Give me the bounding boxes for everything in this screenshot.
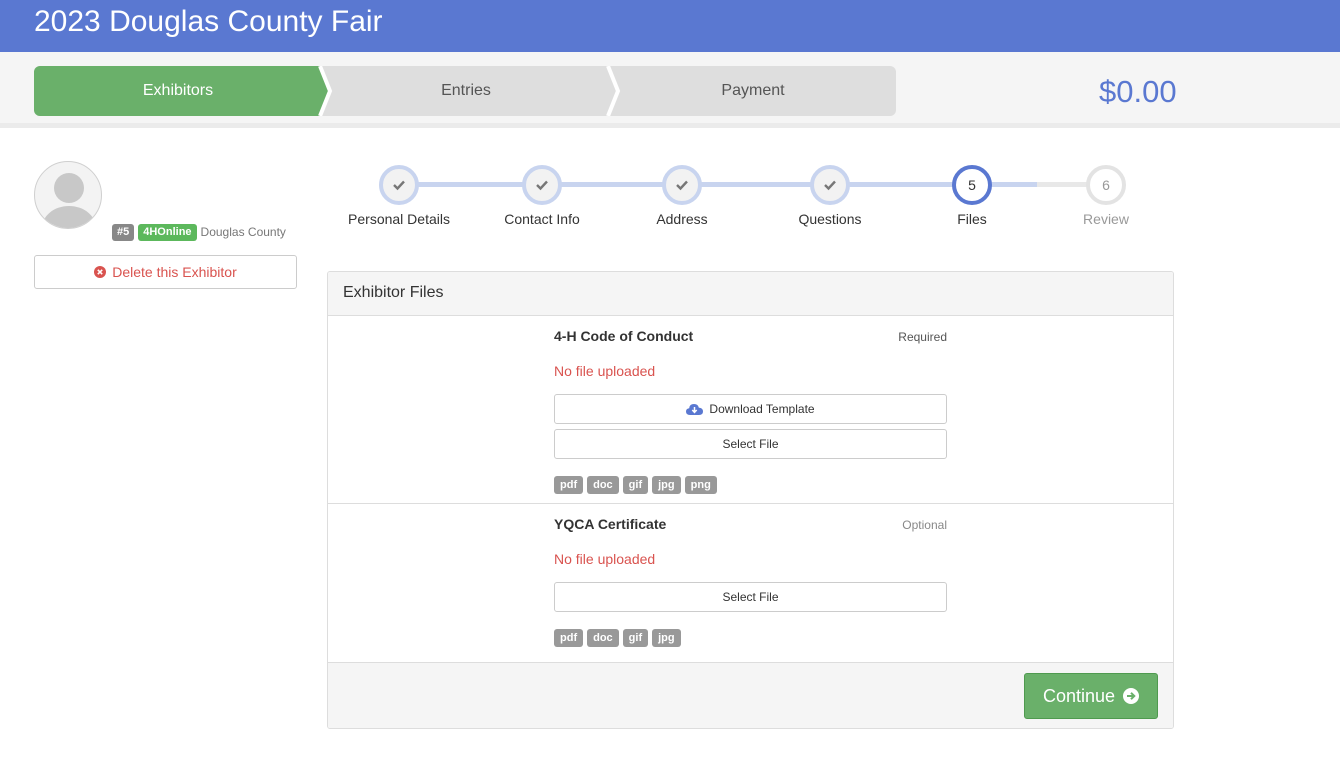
file-name: YQCA Certificate: [554, 516, 667, 532]
checkout-steps-bar: Exhibitors Entries Payment $0.00: [0, 52, 1340, 128]
progress-step-questions[interactable]: [810, 165, 850, 205]
check-icon: [676, 180, 688, 191]
app-header: 2023 Douglas County Fair: [0, 0, 1340, 52]
user-silhouette-icon: [42, 173, 96, 228]
file-requirement: Required: [898, 330, 947, 344]
file-section-code-of-conduct: 4-H Code of Conduct Required No file upl…: [328, 316, 1173, 504]
progress-line-complete: [399, 182, 1037, 187]
progress-label-questions: Questions: [798, 211, 862, 227]
delete-exhibitor-label: Delete this Exhibitor: [112, 264, 237, 280]
continue-label: Continue: [1042, 685, 1116, 706]
select-file-button[interactable]: Select File: [554, 582, 947, 612]
file-status: No file uploaded: [554, 363, 656, 379]
wizard-step-entries[interactable]: Entries: [322, 66, 610, 116]
exhibitor-number-badge: #5: [112, 223, 135, 241]
file-type-badge: doc: [587, 629, 619, 647]
check-icon: [824, 180, 836, 191]
exhibitor-files-panel: Exhibitor Files 4-H Code of Conduct Requ…: [327, 271, 1174, 729]
wizard-step-exhibitors[interactable]: Exhibitors: [34, 66, 322, 116]
progress-label-files: Files: [957, 211, 987, 227]
download-template-button[interactable]: Download Template: [554, 394, 947, 424]
file-type-badge: doc: [587, 476, 619, 494]
source-badge: 4HOnline: [138, 223, 197, 241]
progress-label-personal-details: Personal Details: [348, 211, 450, 227]
file-type-badge: pdf: [554, 629, 584, 647]
progress-step-address[interactable]: [662, 165, 702, 205]
exhibitor-county: Douglas County: [200, 225, 286, 239]
file-name: 4-H Code of Conduct: [554, 328, 694, 344]
progress-step-personal-details[interactable]: [379, 165, 419, 205]
check-icon: [393, 180, 405, 191]
progress-step-contact-info[interactable]: [522, 165, 562, 205]
panel-footer: Continue: [328, 662, 1173, 728]
file-types: pdf doc gif jpg png: [554, 476, 717, 494]
progress-label-contact-info: Contact Info: [504, 211, 580, 227]
file-requirement: Optional: [902, 518, 947, 532]
avatar: [34, 161, 102, 229]
file-type-badge: gif: [622, 476, 649, 494]
file-types: pdf doc gif jpg: [554, 629, 681, 647]
file-type-badge: pdf: [554, 476, 584, 494]
file-type-badge: gif: [622, 629, 649, 647]
cart-total: $0.00: [1099, 74, 1177, 109]
progress-label-review: Review: [1083, 211, 1129, 227]
select-file-button[interactable]: Select File: [554, 429, 947, 459]
file-section-yqca-certificate: YQCA Certificate Optional No file upload…: [328, 504, 1173, 662]
download-template-label: Download Template: [709, 402, 815, 416]
checkout-wizard: Exhibitors Entries Payment: [34, 66, 896, 116]
exhibitor-badges: #5 4HOnline Douglas County: [112, 223, 286, 241]
progress-step-review[interactable]: 6: [1086, 165, 1126, 205]
page-title: 2023 Douglas County Fair: [34, 5, 383, 38]
delete-exhibitor-button[interactable]: Delete this Exhibitor: [34, 255, 297, 289]
arrow-circle-right-icon: [1123, 688, 1140, 704]
times-circle-icon: [94, 266, 107, 278]
check-icon: [536, 180, 548, 191]
progress-label-address: Address: [656, 211, 708, 227]
cloud-download-icon: [686, 403, 704, 415]
wizard-step-payment[interactable]: Payment: [610, 66, 896, 116]
progress-step-files[interactable]: 5: [952, 165, 992, 205]
file-type-badge: jpg: [652, 629, 681, 647]
file-type-badge: jpg: [652, 476, 681, 494]
panel-title: Exhibitor Files: [328, 272, 1173, 316]
file-status: No file uploaded: [554, 551, 656, 567]
file-type-badge: png: [684, 476, 717, 494]
continue-button[interactable]: Continue: [1024, 673, 1158, 719]
